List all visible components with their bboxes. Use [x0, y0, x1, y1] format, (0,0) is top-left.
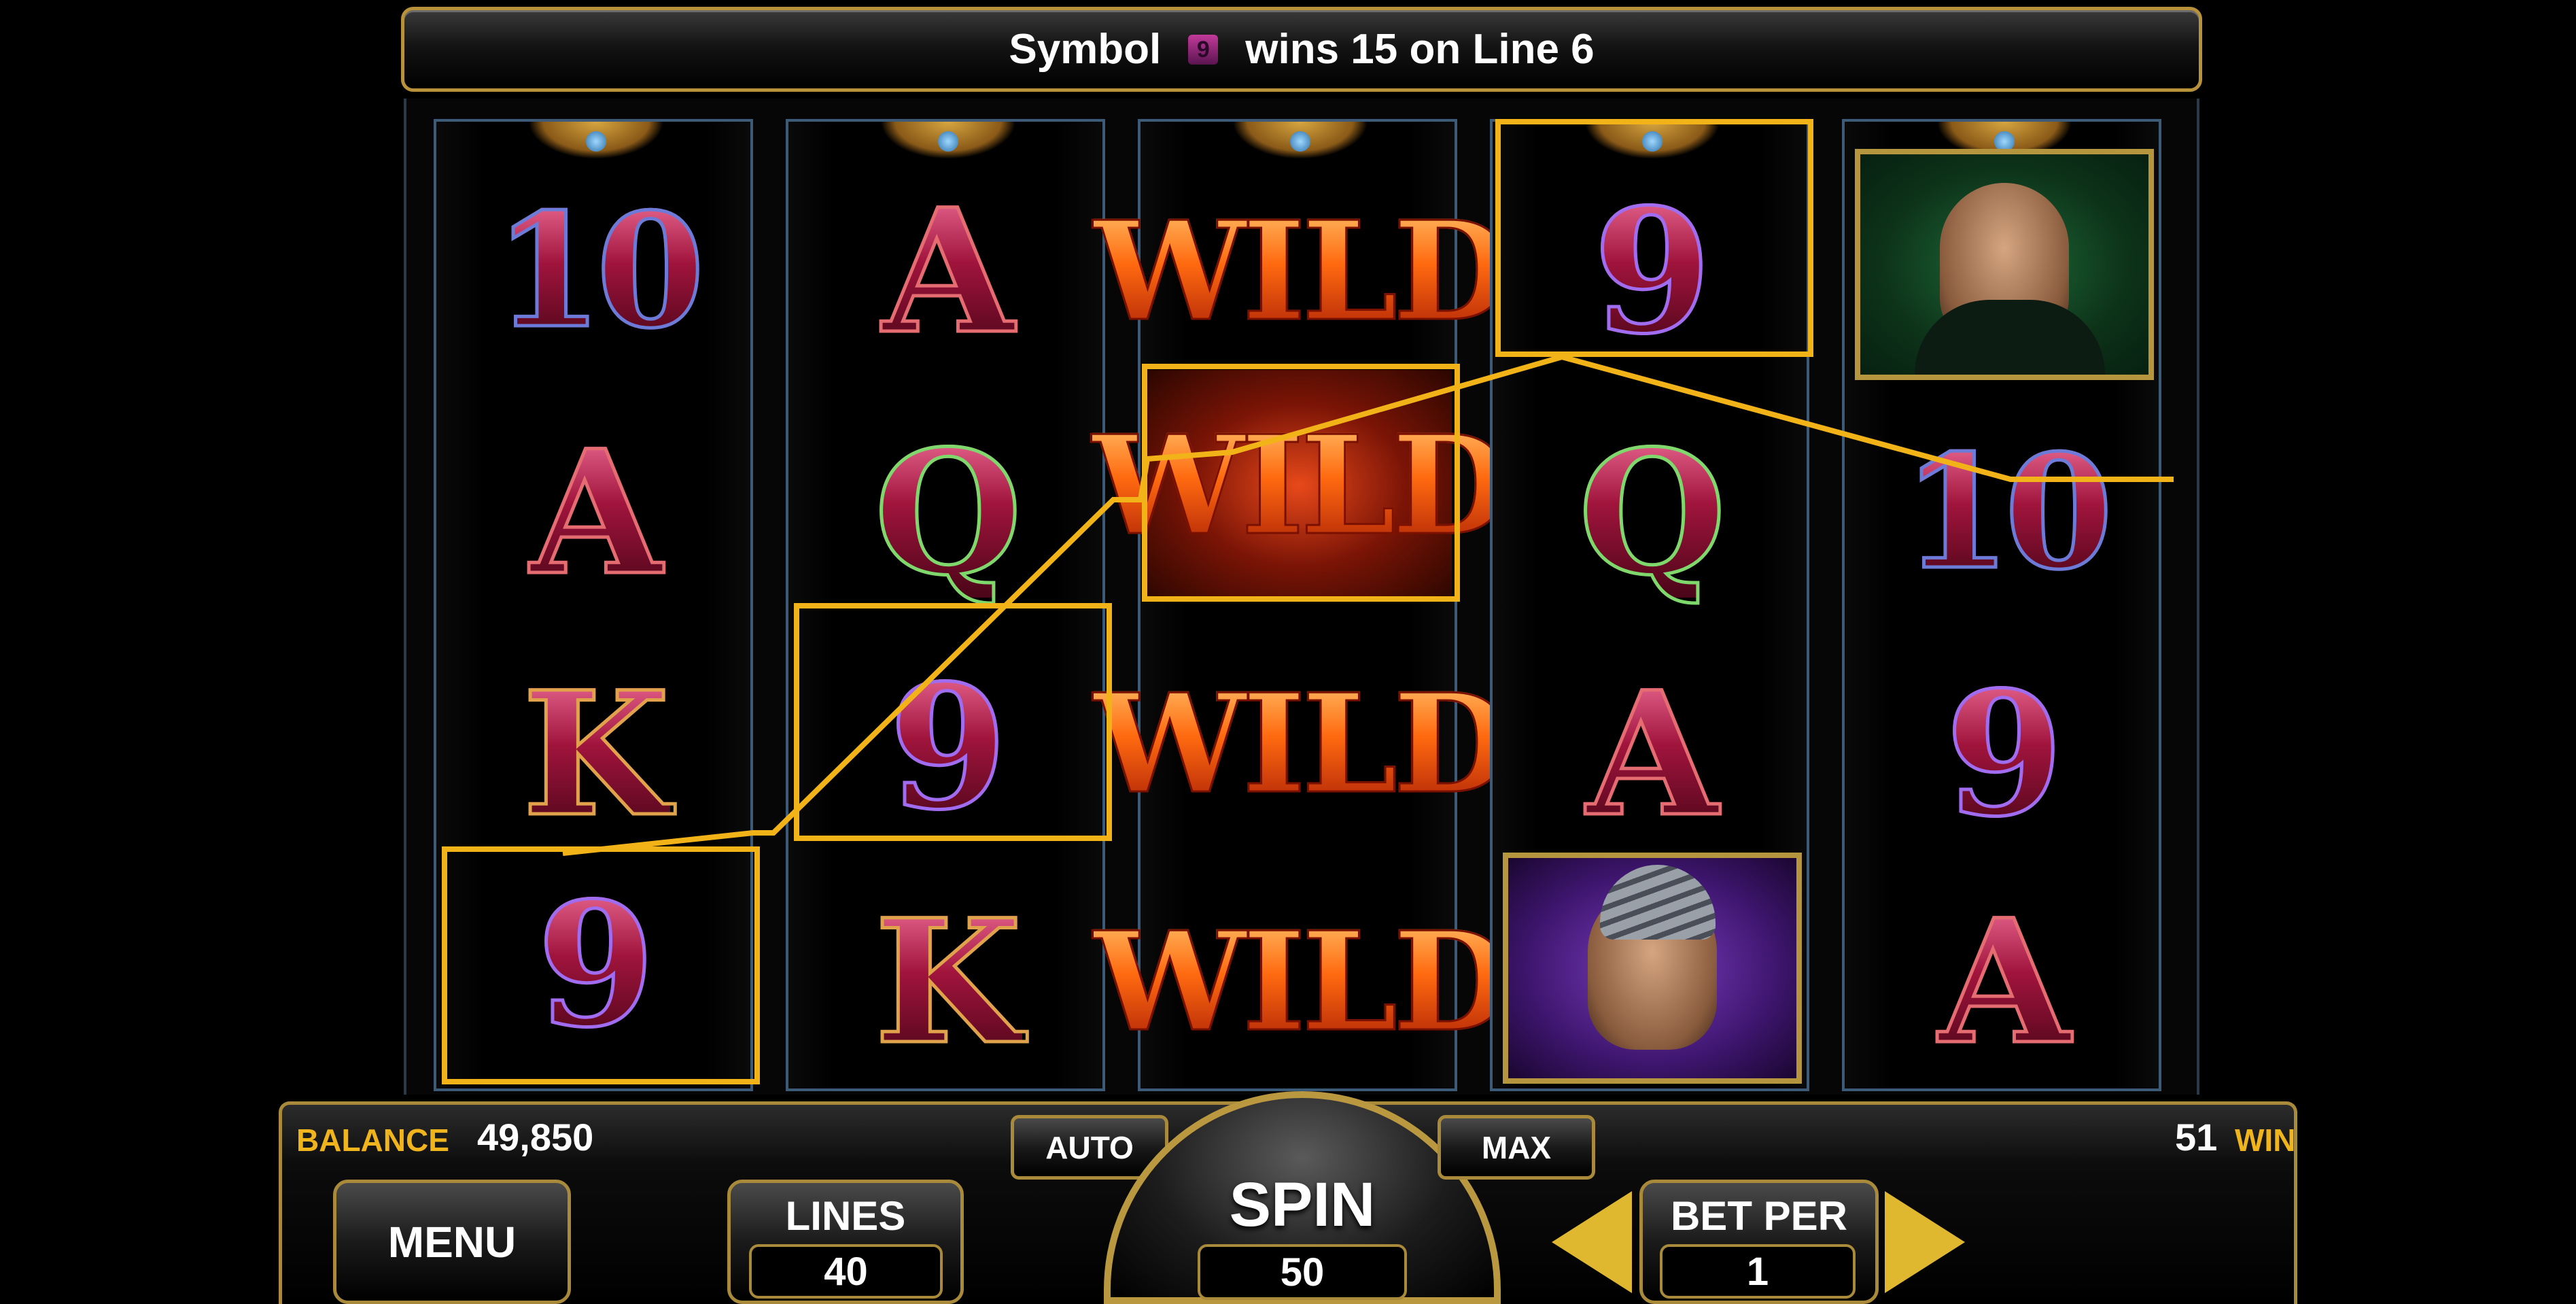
bet-per-value: 1	[1660, 1244, 1856, 1299]
reel-area: 10 A K 9 A Q 9 K WILD WILD WILD WILD 9 Q…	[404, 99, 2199, 1095]
menu-button[interactable]: MENU	[333, 1180, 571, 1304]
bet-increase-arrow-icon[interactable]	[1885, 1191, 1965, 1293]
win-highlight-reel-3	[1142, 364, 1460, 602]
symbol-9-mini-icon: 9	[1188, 34, 1219, 65]
win-message-prefix: Symbol	[1009, 26, 1162, 73]
spin-label: SPIN	[1229, 1170, 1376, 1239]
win-message-banner: Symbol 9 wins 15 on Line 6	[401, 7, 2202, 92]
balance-label: BALANCE	[296, 1122, 449, 1158]
lines-label: LINES	[785, 1193, 906, 1239]
win-highlight-reel-2	[794, 603, 1112, 841]
spin-bet-total: 50	[1198, 1244, 1407, 1300]
bet-per-label: BET PER	[1670, 1193, 1848, 1239]
win-label: WIN	[2235, 1122, 2296, 1158]
max-button[interactable]: MAX	[1438, 1115, 1595, 1180]
bet-decrease-arrow-icon[interactable]	[1552, 1191, 1632, 1293]
lines-value: 40	[749, 1244, 943, 1299]
win-highlight-reel-4	[1495, 119, 1813, 357]
win-message-suffix: wins 15 on Line 6	[1245, 26, 1595, 73]
win-highlight-reel-1	[442, 846, 760, 1084]
win-value: 51	[2175, 1116, 2218, 1159]
balance-value: 49,850	[477, 1116, 594, 1159]
